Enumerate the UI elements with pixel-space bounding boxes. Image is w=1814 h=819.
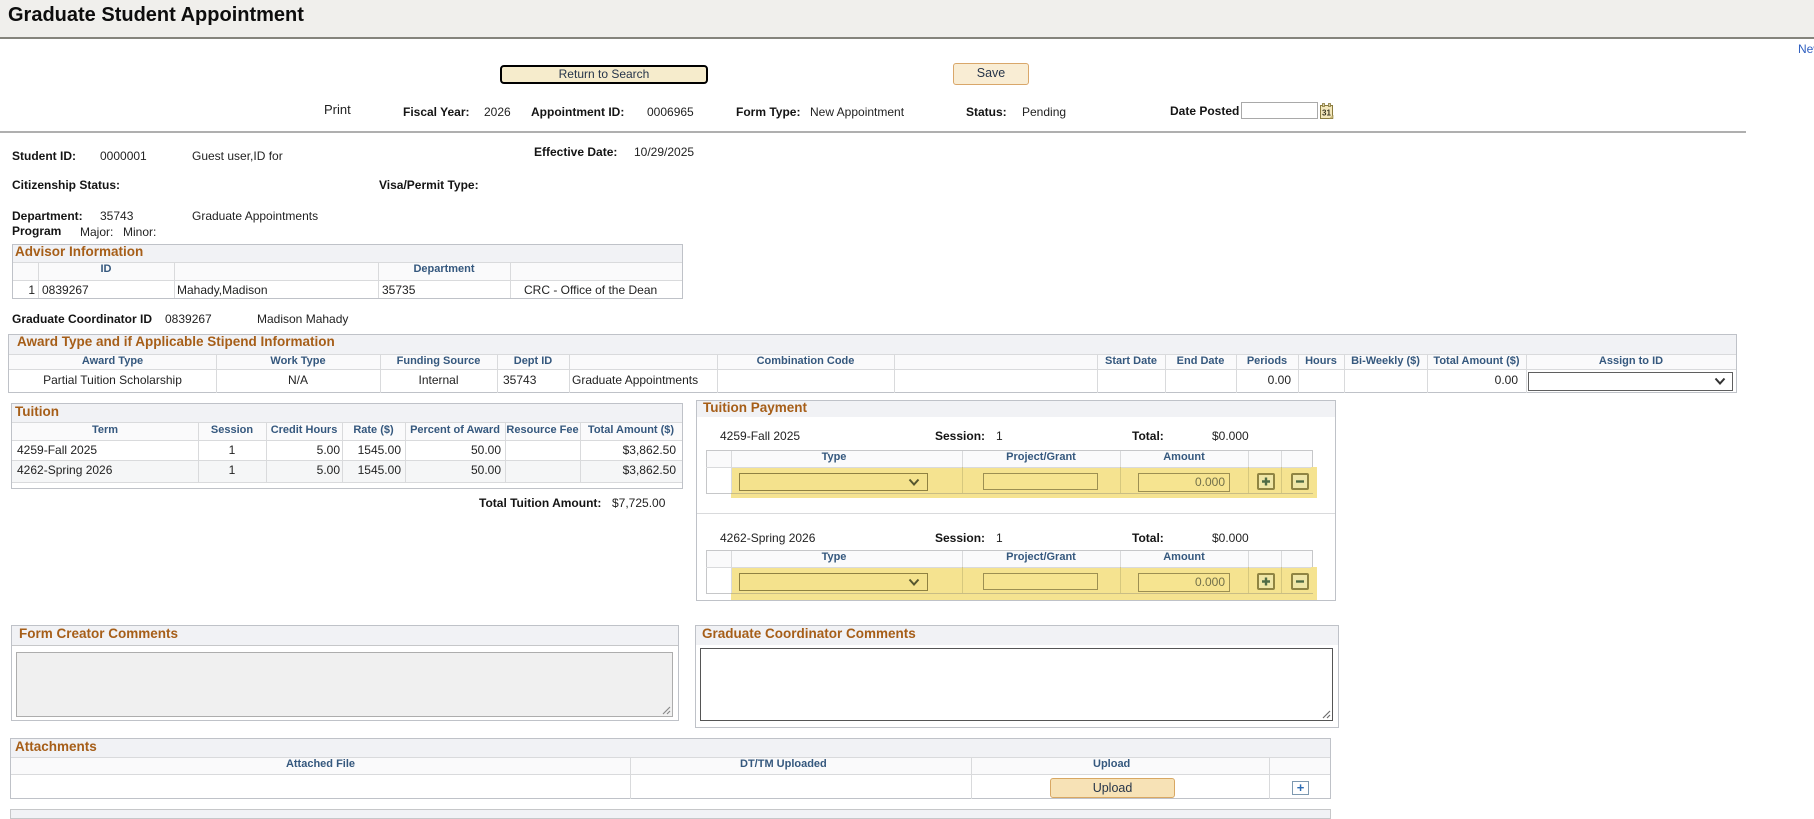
svg-text:31: 31 [1322,109,1331,118]
